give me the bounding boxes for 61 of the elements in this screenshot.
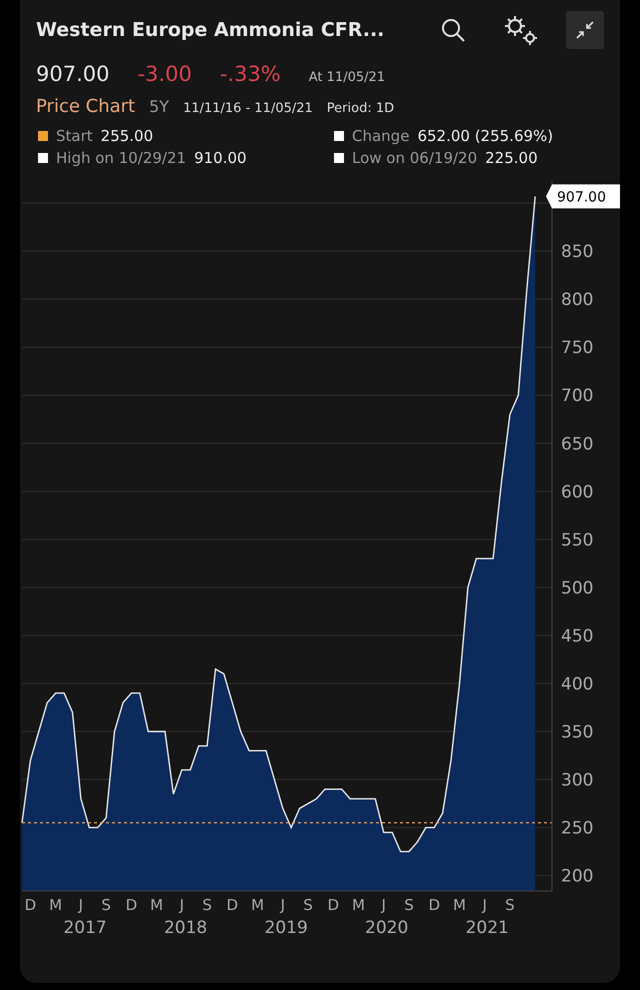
- x-axis-label: M: [150, 896, 164, 914]
- x-axis-label: D: [126, 896, 138, 914]
- x-axis-label: S: [303, 896, 313, 914]
- search-icon[interactable]: [440, 17, 466, 43]
- x-axis-label: S: [404, 896, 414, 914]
- x-axis-year-label: 2019: [264, 918, 308, 938]
- y-axis-label: 750: [561, 338, 594, 358]
- percent-change: -.33%: [220, 62, 281, 86]
- x-axis-label: S: [202, 896, 212, 914]
- stat-value: 652.00 (255.69%): [417, 127, 554, 145]
- x-axis-label: D: [226, 896, 238, 914]
- x-axis-label: M: [251, 896, 264, 914]
- x-axis-label: S: [101, 896, 111, 914]
- y-axis-label: 300: [561, 770, 594, 791]
- stat-label: Change: [352, 127, 410, 145]
- period-label: Period: 1D: [326, 101, 394, 116]
- y-axis-label: 600: [561, 482, 594, 502]
- price-change: -3.00: [137, 62, 192, 86]
- y-axis-label: 200: [561, 866, 594, 887]
- x-axis-label: J: [382, 896, 386, 914]
- x-axis-label: M: [49, 896, 62, 914]
- x-axis-label: M: [352, 896, 365, 914]
- y-axis-label: 450: [561, 626, 594, 646]
- y-axis-label: 850: [561, 242, 594, 262]
- x-axis-year-label: 2020: [365, 918, 408, 938]
- x-axis-label: D: [24, 896, 36, 914]
- y-axis-label: 500: [561, 578, 594, 598]
- x-axis-year-label: 2018: [164, 918, 208, 938]
- range-selector[interactable]: 5Y: [149, 97, 170, 116]
- collapse-icon: [575, 20, 595, 40]
- settings-icon[interactable]: [502, 13, 540, 47]
- x-axis-label: J: [482, 896, 487, 914]
- y-axis-label: 650: [561, 434, 594, 454]
- x-axis-label: S: [505, 896, 515, 914]
- x-axis-label: D: [328, 896, 340, 914]
- stat-label: Start: [56, 127, 93, 145]
- quote-date: At 11/05/21: [308, 70, 386, 85]
- price-tag-label: 907.00: [557, 189, 606, 206]
- stat-value: 255.00: [100, 127, 154, 145]
- stat-label: High on 10/29/21: [56, 149, 186, 167]
- y-axis-label: 350: [561, 722, 594, 743]
- x-axis-year-label: 2017: [63, 918, 107, 938]
- y-axis-label: 250: [561, 818, 594, 839]
- collapse-button[interactable]: [566, 11, 604, 49]
- y-axis-label: 400: [561, 674, 594, 694]
- x-axis-label: M: [452, 896, 466, 914]
- x-axis-label: J: [180, 896, 184, 914]
- chart-title: Price Chart: [36, 96, 136, 117]
- last-price: 907.00: [36, 62, 110, 86]
- stat-value: 910.00: [194, 149, 247, 167]
- x-axis-label: J: [78, 896, 84, 914]
- x-axis-label: J: [280, 896, 285, 914]
- window-title: Western Europe Ammonia CFR...: [36, 19, 386, 41]
- date-range: 11/11/16 - 11/05/21: [183, 101, 313, 116]
- y-axis-label: 800: [561, 290, 594, 310]
- y-axis-label: 700: [561, 386, 594, 406]
- y-axis-label: 550: [561, 530, 594, 550]
- x-axis-year-label: 2021: [466, 918, 509, 938]
- stat-label: Low on 06/19/20: [352, 149, 478, 167]
- x-axis-label: D: [428, 896, 440, 914]
- stat-value: 225.00: [485, 149, 538, 167]
